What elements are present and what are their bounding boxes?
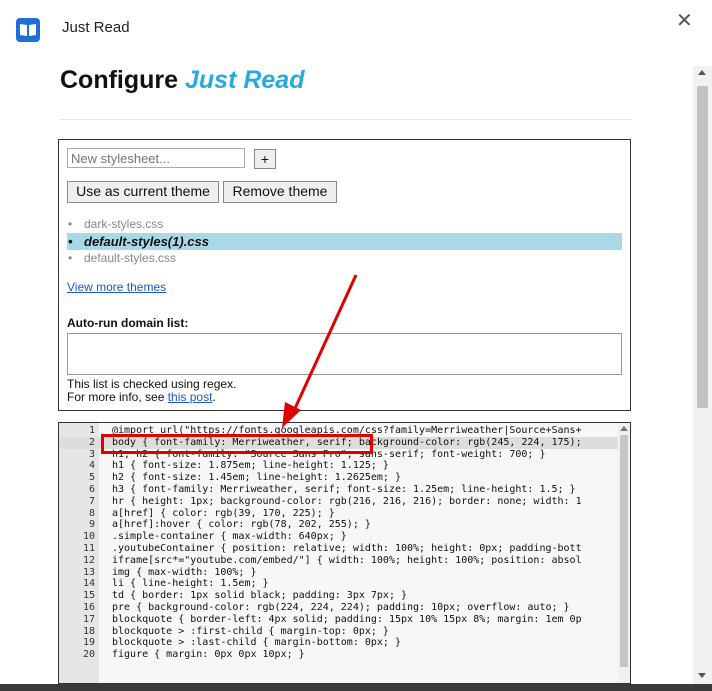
autorun-label: Auto-run domain list: xyxy=(67,316,189,330)
app-title: Just Read xyxy=(62,19,130,36)
editor-scrollbar[interactable] xyxy=(618,423,630,683)
code-line[interactable]: 11 .youtubeContainer { position: relative… xyxy=(59,543,619,555)
book-icon xyxy=(16,18,40,42)
line-number: 19 xyxy=(82,637,95,649)
code-text: h3 { font-family: Merriweather, serif; f… xyxy=(112,484,576,495)
theme-item-default-styles[interactable]: default-styles.css xyxy=(67,250,622,267)
page-scroll-thumb[interactable] xyxy=(697,86,708,408)
more-info-text: For more info, see this post. xyxy=(67,390,216,404)
line-number: 7 xyxy=(88,495,95,507)
code-text: h2 { font-size: 1.45em; line-height: 1.2… xyxy=(112,472,401,484)
page-title: Configure Just Read xyxy=(60,66,304,95)
line-number: 12 xyxy=(82,554,95,566)
code-text: li { line-height: 1.5em; } xyxy=(112,578,269,590)
editor-scroll-up-icon[interactable] xyxy=(620,426,628,431)
code-line[interactable]: 17 blockquote { border-left: 4px solid; p… xyxy=(59,614,619,626)
code-line[interactable]: 13 img { max-width: 100%; } xyxy=(59,567,619,579)
editor-scroll-thumb[interactable] xyxy=(620,435,628,667)
code-line[interactable]: 16 pre { background-color: rgb(224, 224, … xyxy=(59,602,619,614)
domain-list-textarea[interactable] xyxy=(67,333,622,375)
code-line[interactable]: 18 blockquote > :first-child { margin-top… xyxy=(59,626,619,638)
line-number: 6 xyxy=(88,484,95,495)
line-number: 4 xyxy=(88,460,95,472)
code-text: h1 { font-size: 1.875em; line-height: 1.… xyxy=(112,460,389,472)
regex-help-text: This list is checked using regex. xyxy=(67,377,237,391)
code-line[interactable]: 8 a[href] { color: rgb(39, 170, 225); } xyxy=(59,508,619,520)
remove-theme-button[interactable]: Remove theme xyxy=(223,181,337,203)
line-number: 5 xyxy=(88,472,95,484)
code-line[interactable]: 6 h3 { font-family: Merriweather, serif; … xyxy=(59,484,619,496)
theme-list: dark-styles.css default-styles(1).css de… xyxy=(67,216,622,267)
code-text: td { border: 1px solid black; padding: 3… xyxy=(112,590,408,602)
code-text: blockquote { border-left: 4px solid; pad… xyxy=(112,613,582,625)
scroll-up-icon[interactable] xyxy=(698,70,706,75)
line-number: 20 xyxy=(82,649,95,661)
code-line[interactable]: 15 td { border: 1px solid black; padding:… xyxy=(59,590,619,602)
line-number: 10 xyxy=(82,531,95,543)
code-line[interactable]: 9 a[href]:hover { color: rgb(78, 202, 255… xyxy=(59,519,619,531)
code-line[interactable]: 10 .simple-container { max-width: 640px; … xyxy=(59,531,619,543)
code-text: figure { margin: 0px 0px 10px; } xyxy=(112,649,305,661)
page-scrollbar[interactable] xyxy=(693,66,712,684)
page-title-prefix: Configure xyxy=(60,66,185,94)
line-number: 13 xyxy=(82,566,95,578)
more-info-suffix: . xyxy=(212,390,216,404)
theme-item-dark-styles[interactable]: dark-styles.css xyxy=(67,216,622,233)
theme-item-default-styles-1[interactable]: default-styles(1).css xyxy=(67,233,622,250)
line-number: 17 xyxy=(82,613,95,625)
code-line[interactable]: 20 figure { margin: 0px 0px 10px; } xyxy=(59,649,619,661)
add-stylesheet-button[interactable]: + xyxy=(254,149,276,169)
code-text: a[href] { color: rgb(39, 170, 225); } xyxy=(112,507,335,519)
code-line[interactable]: 4 h1 { font-size: 1.875em; line-height: 1… xyxy=(59,460,619,472)
code-line[interactable]: 14 li { line-height: 1.5em; } xyxy=(59,578,619,590)
this-post-link[interactable]: this post xyxy=(168,390,213,404)
code-text: img { max-width: 100%; } xyxy=(112,566,257,578)
close-icon[interactable]: ✕ xyxy=(676,8,693,33)
code-line[interactable]: 19 blockquote > :last-child { margin-bott… xyxy=(59,637,619,649)
line-number: 11 xyxy=(82,543,95,554)
use-theme-button[interactable]: Use as current theme xyxy=(67,181,219,203)
view-more-themes-link[interactable]: View more themes xyxy=(67,280,166,294)
theme-panel: + Use as current theme Remove theme dark… xyxy=(58,139,631,411)
page-title-brand: Just Read xyxy=(185,66,305,94)
code-text: blockquote > :last-child { margin-bottom… xyxy=(112,637,401,649)
more-info-prefix: For more info, see xyxy=(67,390,168,404)
window-bottom-edge xyxy=(0,684,712,691)
code-text: pre { background-color: rgb(224, 224, 22… xyxy=(112,602,570,613)
line-number: 9 xyxy=(88,519,95,531)
header-divider xyxy=(60,119,632,120)
line-number: 16 xyxy=(82,602,95,613)
code-text: hr { height: 1px; background-color: rgb(… xyxy=(112,495,582,507)
line-number: 15 xyxy=(82,590,95,602)
code-line[interactable]: 7 hr { height: 1px; background-color: rgb… xyxy=(59,496,619,508)
code-line[interactable]: 5 h2 { font-size: 1.45em; line-height: 1.… xyxy=(59,472,619,484)
line-number: 14 xyxy=(82,578,95,590)
window-titlebar: Just Read ✕ xyxy=(0,0,712,58)
code-text: iframe[src*="youtube.com/embed/"] { widt… xyxy=(112,554,582,566)
code-text: blockquote > :first-child { margin-top: … xyxy=(112,625,389,637)
code-text: .simple-container { max-width: 640px; } xyxy=(112,531,347,543)
new-stylesheet-input[interactable] xyxy=(67,148,245,168)
code-line[interactable]: 12 iframe[src*="youtube.com/embed/"] { wi… xyxy=(59,555,619,567)
css-code-editor[interactable]: 1 @import url("https://fonts.googleapis.c… xyxy=(58,422,631,684)
code-text: .youtubeContainer { position: relative; … xyxy=(112,543,582,554)
line-number: 18 xyxy=(82,625,95,637)
line-number: 8 xyxy=(88,507,95,519)
code-text: a[href]:hover { color: rgb(78, 202, 255)… xyxy=(112,519,371,531)
scroll-down-icon[interactable] xyxy=(698,673,706,678)
annotation-highlight-box xyxy=(101,434,373,454)
